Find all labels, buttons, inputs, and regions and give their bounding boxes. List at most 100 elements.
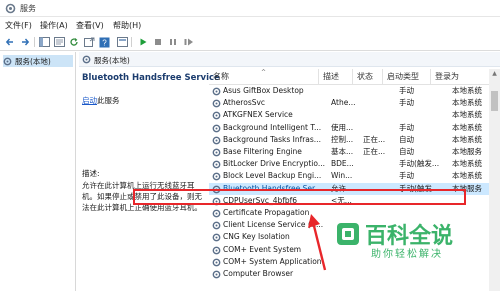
service-description-cell: 控制...	[331, 134, 354, 144]
console-tree-icon	[38, 37, 50, 47]
table-row[interactable]: BitLocker Drive Encryptio... BDE... 手动(触发.…	[209, 158, 491, 170]
toolbar-divider	[131, 37, 132, 47]
service-startup-type: 手动(触发...	[399, 159, 440, 169]
service-gear-icon	[212, 111, 221, 120]
table-row[interactable]: ATKGFNEX Service 本地系统	[209, 109, 491, 121]
service-startup-type	[399, 268, 443, 280]
title-bar: 服务	[0, 0, 500, 17]
service-name: Background Intelligent T...	[223, 122, 322, 132]
service-description-cell	[331, 85, 361, 97]
mmc-icon	[116, 37, 128, 47]
service-status	[363, 268, 393, 280]
watermark-subtitle: 助你轻松解决	[371, 249, 443, 260]
export-list-button[interactable]	[83, 36, 95, 48]
scroll-thumb[interactable]	[491, 91, 498, 111]
column-header-startup-type[interactable]: 启动类型	[383, 69, 431, 84]
help-button[interactable]: ?	[98, 36, 110, 48]
show-console-tree-button[interactable]	[38, 36, 50, 48]
service-name: Base Filtering Engine	[223, 147, 302, 156]
service-detail-title: Bluetooth Handsfree Service	[82, 73, 220, 83]
service-description-cell	[331, 109, 361, 121]
back-button[interactable]	[4, 36, 16, 48]
watermark-logo-icon	[337, 223, 359, 245]
properties-button[interactable]	[53, 36, 65, 48]
service-status	[363, 109, 393, 121]
table-row[interactable]: Asus GiftBox Desktop 手动 本地系统	[209, 85, 491, 97]
menu-help[interactable]: 帮助(H)	[113, 20, 141, 31]
back-arrow-icon	[5, 38, 13, 46]
service-gear-icon	[212, 233, 221, 242]
pause-service-button[interactable]	[167, 36, 179, 48]
service-startup-type: 手动	[399, 86, 414, 95]
vertical-scrollbar[interactable]: ▲	[489, 69, 500, 291]
service-gear-icon	[212, 270, 221, 279]
service-gear-icon	[212, 124, 221, 132]
service-description-cell	[331, 268, 361, 280]
service-startup-type: 手动	[399, 171, 414, 181]
service-gear-icon	[212, 172, 221, 181]
refresh-button[interactable]	[68, 36, 80, 48]
mmc-button[interactable]	[116, 36, 128, 48]
service-description-cell: Win...	[331, 171, 353, 181]
restart-service-button[interactable]	[182, 36, 194, 48]
stop-service-button[interactable]	[152, 36, 164, 48]
toolbar: ?	[0, 33, 500, 51]
service-gear-icon	[212, 209, 221, 218]
service-gear-icon	[212, 160, 221, 169]
play-icon	[140, 38, 147, 46]
table-row[interactable]: Block Level Backup Engi... Win... 手动 本地系统	[209, 170, 491, 182]
service-status	[363, 158, 393, 170]
table-row[interactable]: Base Filtering Engine 基本... 正在... 自动 本地服务	[209, 146, 491, 158]
service-status	[363, 122, 393, 134]
menu-file[interactable]: 文件(F)	[5, 20, 32, 31]
highlight-box	[133, 189, 466, 205]
tree-item-label: 服务(本地)	[15, 56, 51, 66]
column-header-status[interactable]: 状态	[353, 69, 383, 84]
service-startup-type: 手动	[399, 122, 414, 132]
stop-icon	[155, 39, 161, 45]
menu-view[interactable]: 查看(V)	[76, 20, 104, 31]
table-row[interactable]: Computer Browser	[209, 268, 491, 280]
service-actions: 启动此服务	[82, 95, 202, 106]
service-gear-icon	[212, 136, 221, 145]
svg-text:?: ?	[102, 38, 107, 47]
pause-icon	[170, 39, 176, 45]
service-description-cell: Athe...	[331, 98, 356, 108]
forward-arrow-icon	[22, 38, 30, 46]
start-service-link[interactable]: 启动	[82, 96, 97, 105]
service-gear-icon	[212, 148, 221, 157]
start-service-button[interactable]	[137, 36, 149, 48]
service-description-cell: BDE...	[331, 159, 354, 169]
toolbar-divider	[34, 37, 35, 47]
table-row[interactable]: Background Tasks Infras... 控制... 正在... 自动 本地…	[209, 134, 491, 146]
pane-header: 服务(本地)	[79, 52, 500, 67]
service-name: Block Level Backup Engi...	[223, 171, 322, 181]
start-service-suffix: 此服务	[97, 96, 120, 105]
menu-bar: 文件(F) 操作(A) 查看(V) 帮助(H)	[0, 17, 500, 33]
tree-item-services-local[interactable]: 服务(本地)	[3, 55, 73, 67]
properties-icon	[53, 37, 65, 47]
column-header-logon-as[interactable]: 登录为	[431, 69, 491, 84]
service-description-cell: 使用...	[331, 122, 354, 132]
table-row[interactable]: AtherosSvc Athe... 手动 本地系统	[209, 97, 491, 109]
service-name: BitLocker Drive Encryptio...	[223, 159, 325, 169]
service-startup-type: 手动	[399, 98, 414, 108]
window-title: 服务	[20, 4, 36, 13]
console-tree: 服务(本地)	[0, 52, 76, 291]
service-gear-icon	[212, 99, 221, 108]
services-app-icon	[5, 3, 16, 14]
description-label: 描述:	[82, 169, 100, 178]
restart-icon	[184, 38, 193, 46]
column-header-description[interactable]: 描述	[319, 69, 353, 84]
help-icon: ?	[99, 37, 109, 47]
services-gear-icon	[3, 57, 12, 65]
menu-action[interactable]: 操作(A)	[40, 20, 68, 31]
service-gear-icon	[212, 87, 221, 96]
scroll-up-arrow[interactable]: ▲	[489, 69, 500, 79]
forward-button[interactable]	[19, 36, 31, 48]
table-row[interactable]: Background Intelligent T... 使用... 手动 本地系统	[209, 122, 491, 134]
service-startup-type: 自动	[399, 147, 414, 156]
service-name: AtherosSvc	[223, 98, 266, 108]
service-gear-icon	[212, 221, 221, 230]
refresh-icon	[70, 38, 78, 46]
